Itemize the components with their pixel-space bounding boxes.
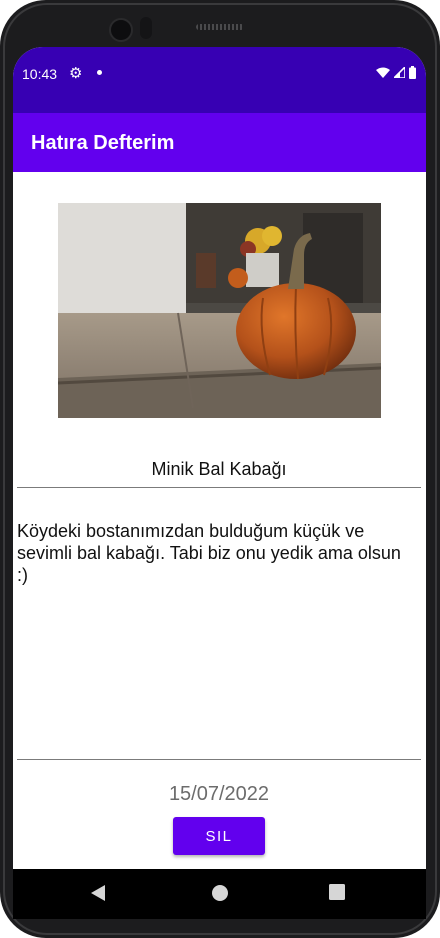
notification-dot-icon [97, 70, 102, 75]
signal-icon [394, 67, 405, 78]
wifi-icon [376, 67, 390, 78]
earpiece-speaker [196, 24, 244, 30]
status-icons [376, 66, 416, 79]
memory-description-field[interactable]: Köydeki bostanımızdan bulduğum küçük ve … [17, 520, 412, 586]
delete-button[interactable]: SIL [173, 817, 265, 855]
screen: 10:43 ⚙ Hatıra Defterim Minik Bal Kabağı… [13, 47, 426, 869]
navigation-bar [13, 869, 426, 919]
recents-icon[interactable] [329, 884, 345, 900]
phone-frame: 10:43 ⚙ Hatıra Defterim Minik Bal Kabağı… [0, 0, 440, 938]
app-title: Hatıra Defterim [31, 132, 175, 154]
battery-icon [409, 66, 416, 79]
settings-icon: ⚙ [69, 65, 83, 82]
status-bar: 10:43 ⚙ [13, 47, 426, 113]
memory-image[interactable] [58, 203, 381, 418]
description-field-underline [17, 759, 421, 760]
front-camera [109, 18, 133, 42]
back-icon[interactable] [90, 884, 106, 902]
app-bar: Hatıra Defterim [13, 113, 426, 172]
proximity-sensor [140, 17, 152, 39]
name-field-underline [17, 487, 421, 488]
home-icon[interactable] [211, 884, 229, 902]
status-time: 10:43 [22, 66, 58, 82]
memory-date: 15/07/2022 [168, 783, 270, 805]
pumpkin-photo [58, 203, 381, 418]
memory-name-field[interactable]: Minik Bal Kabağı [17, 459, 421, 480]
